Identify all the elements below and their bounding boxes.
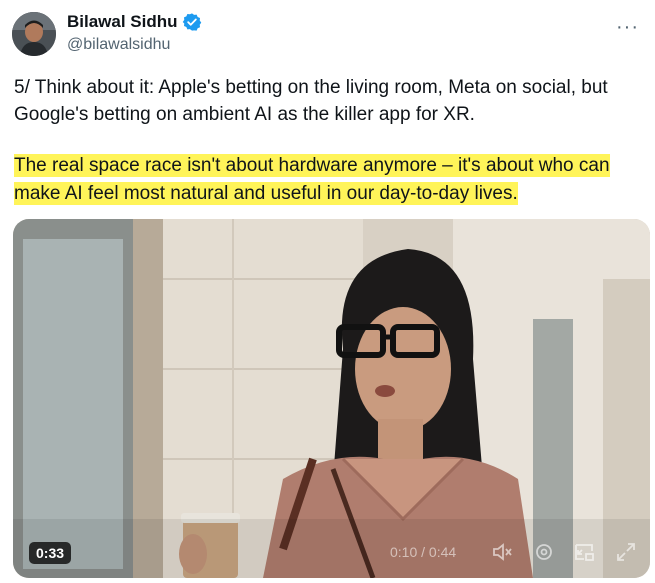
pip-icon[interactable] [572, 540, 596, 564]
video-timer: 0:33 [29, 542, 72, 564]
more-options-icon[interactable]: ··· [616, 16, 639, 39]
avatar-image [12, 12, 56, 56]
settings-icon[interactable] [532, 540, 556, 564]
avatar[interactable] [12, 12, 56, 56]
tweet-text-paragraph-2: The real space race isn't about hardware… [14, 152, 644, 208]
tweet-text-paragraph-1: 5/ Think about it: Apple's betting on th… [14, 77, 608, 125]
video-player[interactable] [13, 219, 650, 578]
author-handle[interactable]: @bilawalsidhu [67, 36, 170, 54]
verified-badge-icon [182, 13, 201, 31]
video-frame [13, 219, 650, 578]
volume-icon[interactable] [490, 540, 514, 564]
author-name-row[interactable]: Bilawal Sidhu [67, 12, 202, 32]
video-progress-text: 0:10 / 0:44 [390, 544, 457, 560]
author-name[interactable]: Bilawal Sidhu [67, 12, 178, 32]
fullscreen-icon[interactable] [614, 540, 638, 564]
highlighted-text: The real space race isn't about hardware… [14, 154, 610, 205]
